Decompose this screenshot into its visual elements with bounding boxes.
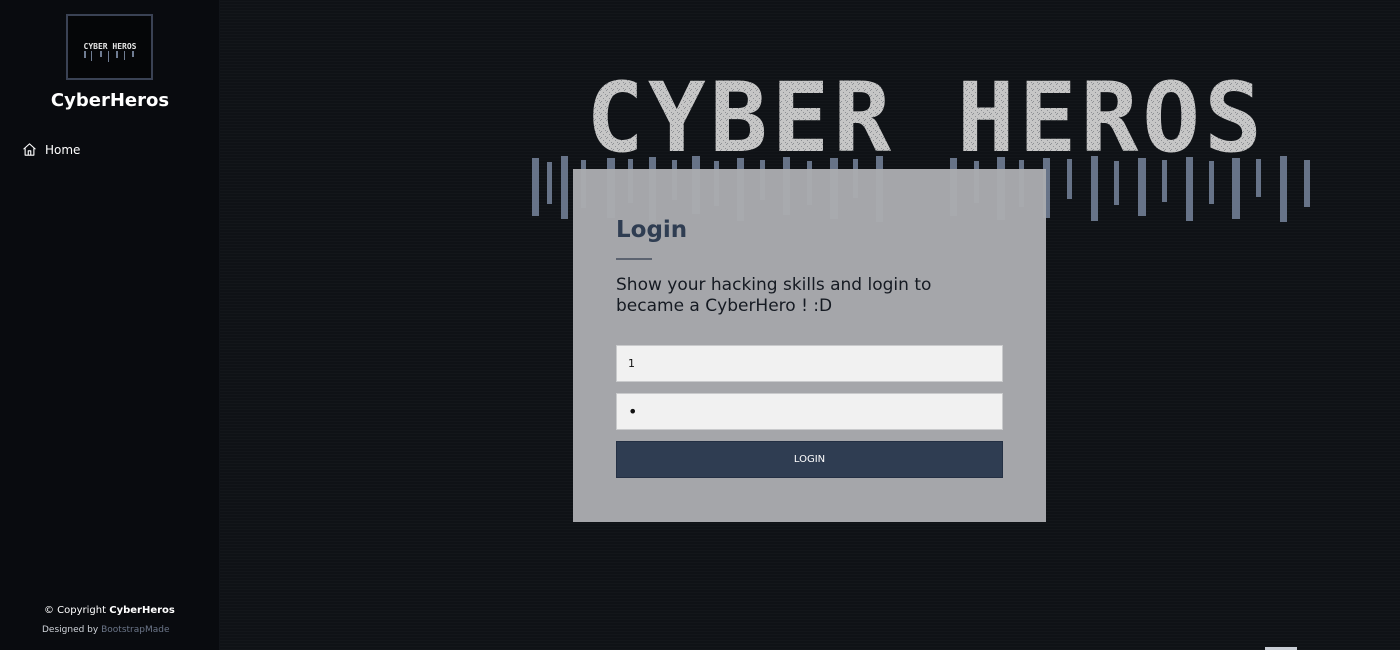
copyright-text: © Copyright CyberHeros — [44, 605, 175, 616]
sidebar-item-home[interactable]: Home — [22, 142, 80, 157]
copyright-prefix: © Copyright — [44, 605, 107, 616]
bootstrapmade-link[interactable]: BootstrapMade — [101, 625, 169, 635]
logo-text: CYBER HEROS — [83, 42, 136, 51]
hero-title: CYBER HEROS — [586, 72, 1266, 174]
designed-by-prefix: Designed by — [42, 625, 99, 635]
designer-credit: Designed by BootstrapMade — [42, 625, 170, 635]
login-card: Login Show your hacking skills and login… — [573, 169, 1046, 522]
sidebar-item-label: Home — [45, 142, 81, 157]
house-icon — [23, 143, 36, 156]
site-logo[interactable]: CYBER HEROS — [66, 14, 153, 80]
login-description: Show your hacking skills and login to be… — [616, 275, 932, 316]
copyright-brand: CyberHeros — [109, 605, 175, 616]
title-divider — [616, 258, 652, 260]
logo-graphic: CYBER HEROS — [72, 26, 147, 68]
password-input[interactable] — [616, 393, 1003, 430]
sidebar: CYBER HEROS CyberHeros Home © Copyright … — [0, 0, 220, 650]
login-button[interactable]: LOGIN — [616, 441, 1003, 478]
login-title: Login — [616, 217, 688, 243]
brand-name[interactable]: CyberHeros — [0, 90, 220, 111]
username-input[interactable] — [616, 345, 1003, 382]
